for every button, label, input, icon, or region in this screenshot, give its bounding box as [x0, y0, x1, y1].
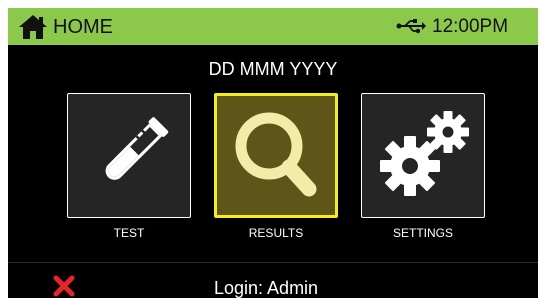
gears-icon [380, 111, 469, 196]
login-status: Login: Admin [214, 278, 319, 298]
settings-tile-button[interactable] [361, 93, 485, 218]
device-screen: HOME 12:00PM DD MMM YYYY TEST RESULTS SE… [8, 8, 538, 298]
test-tile-button[interactable] [67, 93, 191, 218]
test-tube-icon [105, 117, 169, 180]
header-title[interactable]: HOME [53, 15, 113, 39]
header-bar: HOME 12:00PM [8, 8, 538, 45]
settings-tile-label: SETTINGS [392, 226, 453, 240]
magnifier-icon [235, 112, 317, 197]
clock-time: 12:00PM [432, 16, 509, 37]
home-icon[interactable] [17, 13, 49, 41]
test-tile-label: TEST [113, 226, 145, 240]
footer-bar: Login: Admin [8, 262, 538, 298]
usb-icon [396, 19, 426, 34]
date-display: DD MMM YYYY [208, 59, 338, 79]
close-icon[interactable] [53, 275, 75, 297]
results-tile-label: RESULTS [248, 226, 304, 240]
results-tile-button[interactable] [214, 93, 338, 218]
